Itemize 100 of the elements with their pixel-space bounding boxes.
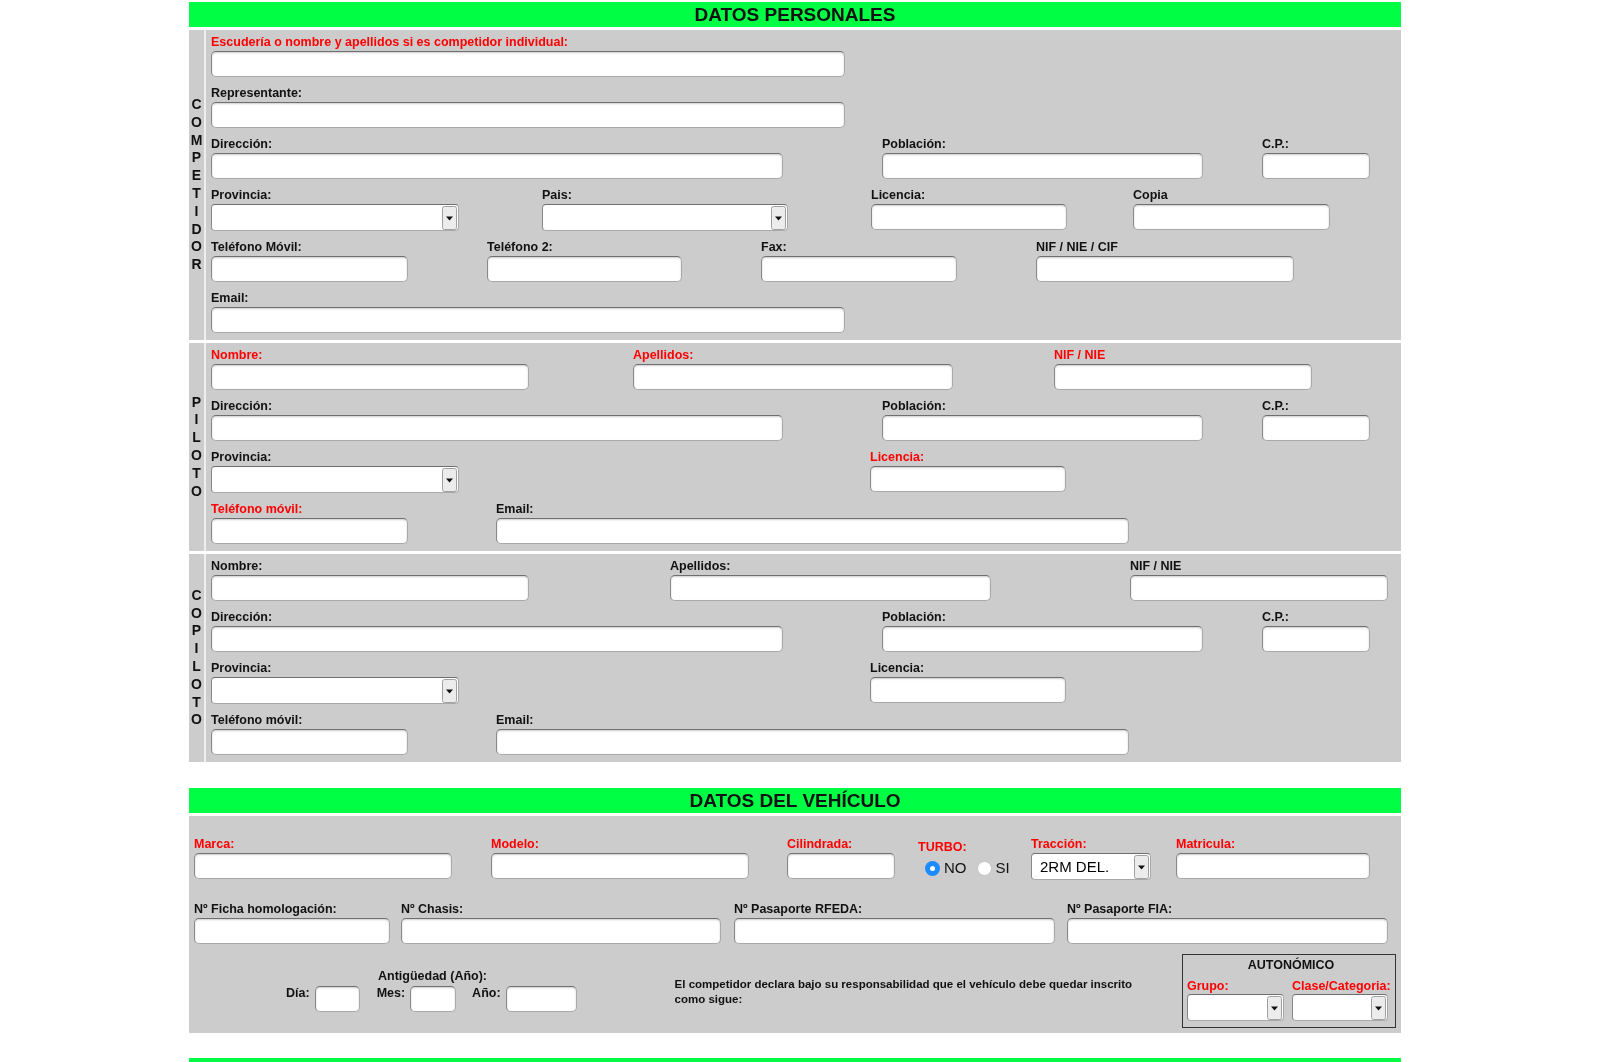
text-field[interactable] <box>194 918 390 944</box>
field-label: Licencia: <box>870 661 925 675</box>
text-field[interactable] <box>1067 918 1388 944</box>
field-label: Nombre: <box>211 559 263 573</box>
text-field[interactable] <box>787 853 895 879</box>
dropdown[interactable] <box>1292 994 1388 1021</box>
field-label: Clase/Categoria: <box>1292 979 1391 993</box>
text-field[interactable] <box>211 626 783 652</box>
caret-icon[interactable] <box>442 467 457 492</box>
field-label: Teléfono Móvil: <box>211 240 302 254</box>
text-field[interactable] <box>211 364 529 390</box>
dropdown[interactable] <box>211 466 459 493</box>
radio-label: NO <box>944 859 967 877</box>
text-field[interactable] <box>505 986 577 1012</box>
caret-icon[interactable] <box>442 205 457 230</box>
field-label: Población: <box>882 399 946 413</box>
text-field[interactable] <box>1262 626 1370 652</box>
text-field[interactable] <box>1133 204 1330 230</box>
caret-icon[interactable] <box>442 678 457 703</box>
vertical-section-label: COMPETIDOR <box>190 96 203 274</box>
text-field[interactable] <box>211 729 408 755</box>
text-field[interactable] <box>194 853 452 879</box>
field-label: Nº Ficha homologación: <box>194 902 337 916</box>
field-label: TURBO: <box>918 840 967 854</box>
radio-button[interactable] <box>925 860 940 876</box>
field-label: Nº Pasaporte FIA: <box>1067 902 1173 916</box>
declaration-text: El competidor declara bajo su responsabilidad que el vehículo debe quedar inscrito como sigue: <box>674 977 1134 1007</box>
field-label: Nº Chasis: <box>401 902 464 916</box>
radio-label: SI <box>995 859 1010 877</box>
panel-title: AUTONÓMICO <box>1247 958 1335 972</box>
field-label: NIF / NIE <box>1130 559 1182 573</box>
text-field[interactable] <box>1130 575 1388 601</box>
field-label: Dirección: <box>211 610 273 624</box>
field-label: Mes: <box>376 986 406 1000</box>
dropdown[interactable] <box>1187 994 1284 1021</box>
text-field[interactable] <box>211 102 845 128</box>
caret-icon[interactable] <box>1267 995 1282 1020</box>
field-label: Licencia: <box>870 450 925 464</box>
field-label: Email: <box>496 713 534 727</box>
text-field[interactable] <box>882 626 1203 652</box>
vertical-section-label: PILOTO <box>190 393 203 501</box>
text-field[interactable] <box>1176 853 1370 879</box>
text-field[interactable] <box>211 153 783 179</box>
text-field[interactable] <box>401 918 721 944</box>
field-label: Email: <box>496 502 534 516</box>
caret-icon[interactable] <box>1134 854 1149 879</box>
field-label: Matricula: <box>1176 837 1236 851</box>
text-field[interactable] <box>496 729 1129 755</box>
text-field[interactable] <box>211 415 783 441</box>
text-field[interactable] <box>1262 415 1370 441</box>
text-field[interactable] <box>211 518 408 544</box>
text-field[interactable] <box>670 575 991 601</box>
field-label: Copia <box>1133 188 1168 202</box>
radio-button[interactable] <box>976 860 992 876</box>
text-field[interactable] <box>211 307 845 333</box>
text-field[interactable] <box>314 986 360 1012</box>
text-field[interactable] <box>870 677 1066 703</box>
field-label: Dirección: <box>211 399 273 413</box>
caret-icon[interactable] <box>771 205 786 230</box>
text-field[interactable] <box>870 466 1066 492</box>
field-label: Cilindrada: <box>787 837 853 851</box>
field-label: Nº Pasaporte RFEDA: <box>734 902 863 916</box>
field-label: C.P.: <box>1262 137 1289 151</box>
text-field[interactable] <box>882 153 1203 179</box>
field-label: Provincia: <box>211 450 272 464</box>
dropdown[interactable] <box>211 677 459 704</box>
text-field[interactable] <box>211 51 845 77</box>
field-label: C.P.: <box>1262 610 1289 624</box>
field-label: Tracción: <box>1031 837 1087 851</box>
dropdown[interactable] <box>211 204 459 231</box>
text-field[interactable] <box>487 256 682 282</box>
dropdown[interactable] <box>542 204 788 231</box>
field-label: Provincia: <box>211 661 272 675</box>
section-title: DATOS DEL VEHÍCULO <box>689 789 901 812</box>
text-field[interactable] <box>882 415 1203 441</box>
field-label: Apellidos: <box>670 559 731 573</box>
text-field[interactable] <box>211 256 408 282</box>
text-field[interactable] <box>1054 364 1312 390</box>
text-field[interactable] <box>871 204 1067 230</box>
vertical-section-label: COPILOTO <box>190 586 203 730</box>
field-label: Teléfono móvil: <box>211 713 303 727</box>
field-label: Antigüedad (Año): <box>378 969 487 983</box>
text-field[interactable] <box>491 853 749 879</box>
field-label: Año: <box>472 986 501 1000</box>
text-field[interactable] <box>1036 256 1294 282</box>
text-field[interactable] <box>1262 153 1370 179</box>
text-field[interactable] <box>633 364 953 390</box>
text-field[interactable] <box>211 575 529 601</box>
text-field[interactable] <box>734 918 1055 944</box>
field-label: Teléfono 2: <box>487 240 553 254</box>
field-label: Marca: <box>194 837 235 851</box>
caret-icon[interactable] <box>1371 995 1386 1020</box>
field-label: Apellidos: <box>633 348 694 362</box>
text-field[interactable] <box>496 518 1129 544</box>
field-label: Modelo: <box>491 837 539 851</box>
field-label: NIF / NIE <box>1054 348 1106 362</box>
text-field[interactable] <box>410 986 457 1012</box>
text-field[interactable] <box>761 256 957 282</box>
field-label: NIF / NIE / CIF <box>1036 240 1118 254</box>
dropdown[interactable]: 2RM DEL. <box>1031 853 1151 880</box>
